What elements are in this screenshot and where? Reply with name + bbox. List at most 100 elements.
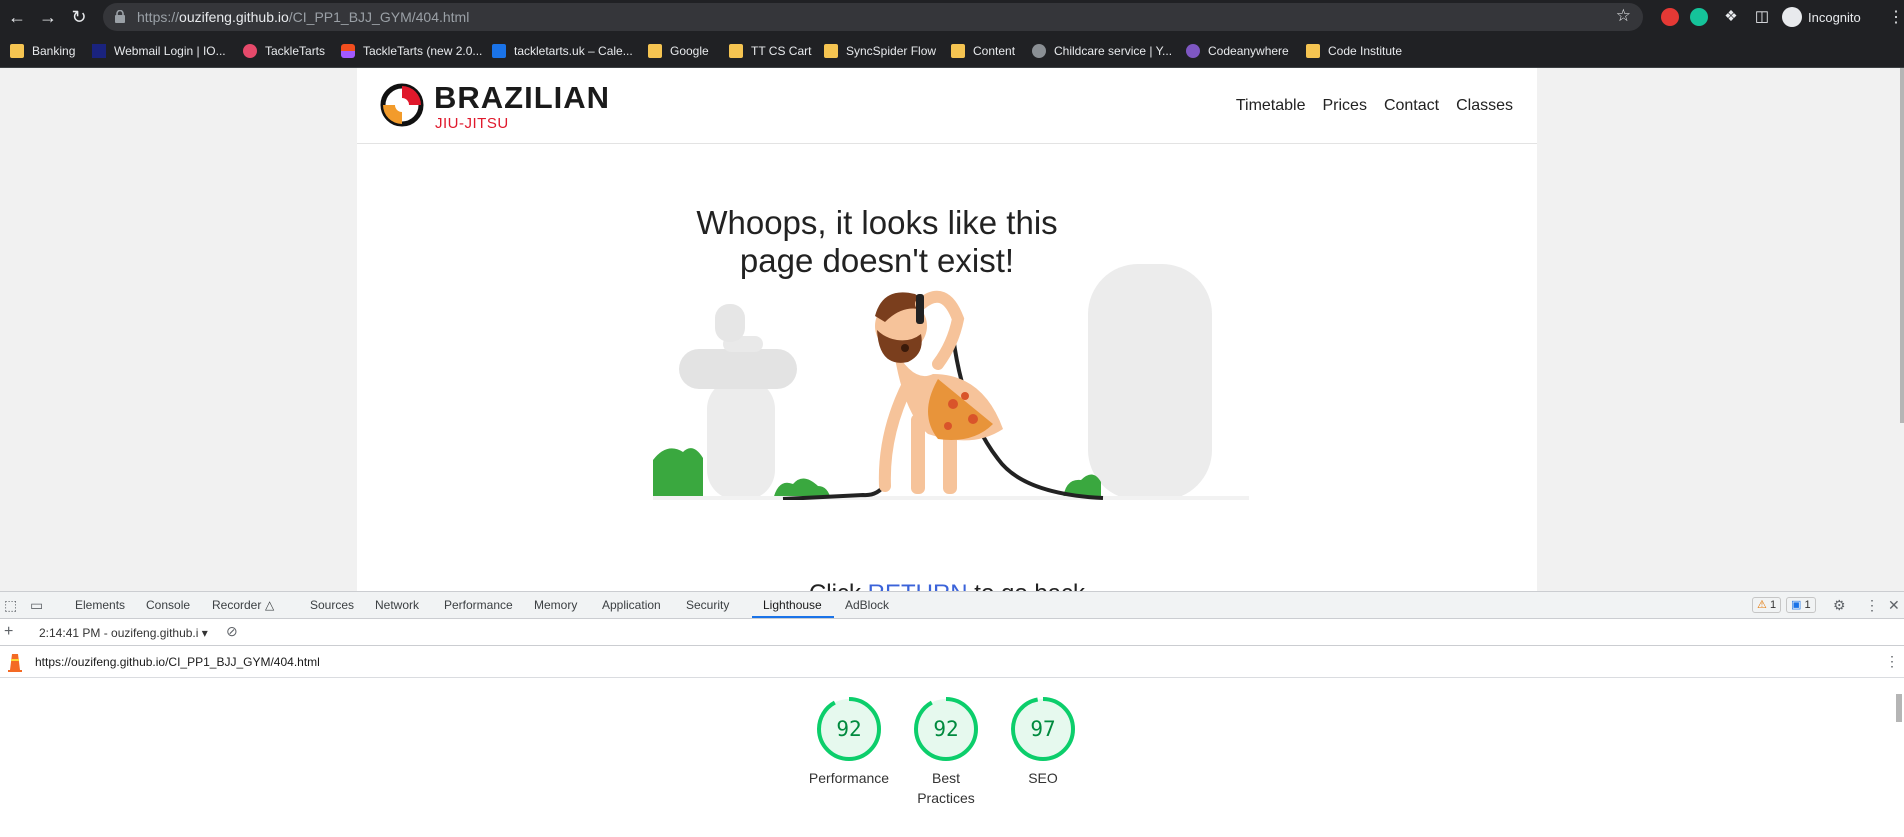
incognito-indicator[interactable]: Incognito xyxy=(1782,7,1861,27)
brand-subtitle[interactable]: JIU-JITSU xyxy=(435,115,509,132)
tab-recorder[interactable]: Recorder xyxy=(212,598,261,612)
folder-icon xyxy=(729,44,743,58)
nav-prices[interactable]: Prices xyxy=(1323,97,1367,115)
report-url[interactable]: https://ouzifeng.github.io/CI_PP1_BJJ_GY… xyxy=(35,655,320,669)
close-devtools-icon[interactable]: ✕ xyxy=(1888,597,1900,614)
site-nav: Timetable Prices Contact Classes xyxy=(1236,97,1513,115)
bookmark-tackletarts[interactable]: TackleTarts xyxy=(243,43,325,59)
calendar-icon xyxy=(492,44,506,58)
bookmark-label: SyncSpider Flow xyxy=(846,44,937,58)
lighthouse-icon xyxy=(8,654,22,672)
folder-icon xyxy=(1306,44,1320,58)
brand-title[interactable]: BRAZILIAN xyxy=(434,80,610,116)
address-bar[interactable]: https://ouzifeng.github.io/CI_PP1_BJJ_GY… xyxy=(103,3,1643,31)
forward-arrow-icon[interactable]: → xyxy=(36,5,60,29)
bookmark-star-icon[interactable]: ☆ xyxy=(1616,6,1631,26)
reload-icon[interactable]: ↻ xyxy=(67,5,91,29)
devtools-menu-icon[interactable]: ⋮ xyxy=(1865,597,1879,614)
tab-elements[interactable]: Elements xyxy=(75,598,125,612)
browser-menu-icon[interactable]: ⋮ xyxy=(1888,7,1904,27)
score-label: Performance xyxy=(808,770,890,786)
report-selector[interactable]: 2:14:41 PM - ouzifeng.github.i ▾ xyxy=(39,626,208,640)
bookmark-code-institute[interactable]: Code Institute xyxy=(1306,43,1402,59)
device-toolbar-icon[interactable]: ▭ xyxy=(30,597,43,614)
bookmark-label: Webmail Login | IO... xyxy=(114,44,226,58)
extensions-puzzle-icon[interactable]: ❖ xyxy=(1719,5,1743,29)
site-header: BRAZILIAN JIU-JITSU Timetable Prices Con… xyxy=(357,68,1537,144)
lighthouse-scores-panel: 92 Performance 92 Best Practices 97 SEO xyxy=(0,678,1904,837)
folder-icon xyxy=(648,44,662,58)
lighthouse-toolbar: + 2:14:41 PM - ouzifeng.github.i ▾ ⊘ xyxy=(0,619,1904,646)
bookmark-google[interactable]: Google xyxy=(648,43,709,59)
tab-sources[interactable]: Sources xyxy=(310,598,354,612)
inspect-element-icon[interactable]: ⬚ xyxy=(4,597,17,614)
nav-contact[interactable]: Contact xyxy=(1384,97,1439,115)
warning-icon: ⚠ xyxy=(1757,599,1767,611)
folder-icon xyxy=(824,44,838,58)
bookmark-tackletarts-calendar[interactable]: tackletarts.uk – Cale... xyxy=(492,43,633,59)
incognito-icon xyxy=(1782,7,1802,27)
bookmark-label: TackleTarts xyxy=(265,44,326,58)
incognito-label: Incognito xyxy=(1808,9,1861,25)
tab-lighthouse[interactable]: Lighthouse xyxy=(763,598,822,612)
tab-memory[interactable]: Memory xyxy=(534,598,577,612)
return-link[interactable]: RETURN xyxy=(868,580,968,591)
tab-security[interactable]: Security xyxy=(686,598,729,612)
bookmark-childcare[interactable]: Childcare service | Y... xyxy=(1032,43,1172,59)
devtools-tabbar: ⬚ ▭ Elements Console Recorder △ Sources … xyxy=(0,591,1904,619)
score-value: 92 xyxy=(933,717,958,741)
extension-red-icon[interactable] xyxy=(1661,8,1679,26)
tab-network[interactable]: Network xyxy=(375,598,419,612)
bookmark-label: Codeanywhere xyxy=(1208,44,1289,58)
nav-classes[interactable]: Classes xyxy=(1456,97,1513,115)
folder-icon xyxy=(10,44,24,58)
bookmark-syncspider[interactable]: SyncSpider Flow xyxy=(824,43,936,59)
bookmark-codeanywhere[interactable]: Codeanywhere xyxy=(1186,43,1289,59)
gauge-ring: 92 xyxy=(817,697,881,761)
page-scrollbar[interactable] xyxy=(1900,68,1904,423)
nav-timetable[interactable]: Timetable xyxy=(1236,97,1306,115)
gauge-ring: 92 xyxy=(914,697,978,761)
messages-badge[interactable]: ▣ 1 xyxy=(1786,597,1816,613)
return-prefix: Click xyxy=(809,580,861,591)
new-report-plus-icon[interactable]: + xyxy=(4,623,13,641)
globe-icon xyxy=(1032,44,1046,58)
tab-application[interactable]: Application xyxy=(602,598,661,612)
figma-icon xyxy=(341,44,355,58)
tab-performance[interactable]: Performance xyxy=(444,598,513,612)
report-menu-icon[interactable]: ⋮ xyxy=(1885,653,1899,670)
score-value: 92 xyxy=(836,717,861,741)
bookmark-banking[interactable]: Banking xyxy=(10,43,75,59)
return-suffix: to go back xyxy=(974,580,1085,591)
score-label: SEO xyxy=(1028,770,1058,786)
folder-icon xyxy=(951,44,965,58)
clear-reports-icon[interactable]: ⊘ xyxy=(226,623,238,640)
tab-console[interactable]: Console xyxy=(146,598,190,612)
back-arrow-icon[interactable]: ← xyxy=(5,5,29,29)
grammarly-icon[interactable] xyxy=(1690,8,1708,26)
flask-icon: △ xyxy=(265,598,275,612)
side-panel-icon[interactable]: ◫ xyxy=(1750,5,1774,29)
messages-count: 1 xyxy=(1804,599,1811,611)
bjj-logo-icon[interactable] xyxy=(380,83,424,127)
bookmark-tackletarts-new[interactable]: TackleTarts (new 2.0... xyxy=(341,43,482,59)
score-gauge[interactable]: 92 Performance xyxy=(794,696,904,788)
bookmark-webmail[interactable]: Webmail Login | IO... xyxy=(92,43,226,59)
settings-gear-icon[interactable]: ⚙ xyxy=(1833,597,1846,614)
site-page: BRAZILIAN JIU-JITSU Timetable Prices Con… xyxy=(357,68,1537,591)
devtools-scrollbar[interactable] xyxy=(1896,694,1902,722)
bookmark-tt-cs-cart[interactable]: TT CS Cart xyxy=(729,43,811,59)
bookmarks-bar: Banking Webmail Login | IO... TackleTart… xyxy=(0,34,1904,68)
warnings-badge[interactable]: ⚠ 1 xyxy=(1752,597,1782,613)
tab-adblock[interactable]: AdBlock xyxy=(845,598,889,612)
bookmark-label: Content xyxy=(973,44,1016,58)
return-message: Click RETURN to go back xyxy=(737,580,1157,591)
warnings-count: 1 xyxy=(1769,599,1777,611)
bookmark-content[interactable]: Content xyxy=(951,43,1015,59)
tackletarts-icon xyxy=(243,44,257,58)
lock-icon xyxy=(115,10,125,23)
score-value: 97 xyxy=(1030,717,1055,741)
active-tab-indicator xyxy=(752,616,834,618)
score-gauge[interactable]: 97 SEO xyxy=(988,696,1098,788)
score-gauge[interactable]: 92 Best Practices xyxy=(891,696,1001,808)
